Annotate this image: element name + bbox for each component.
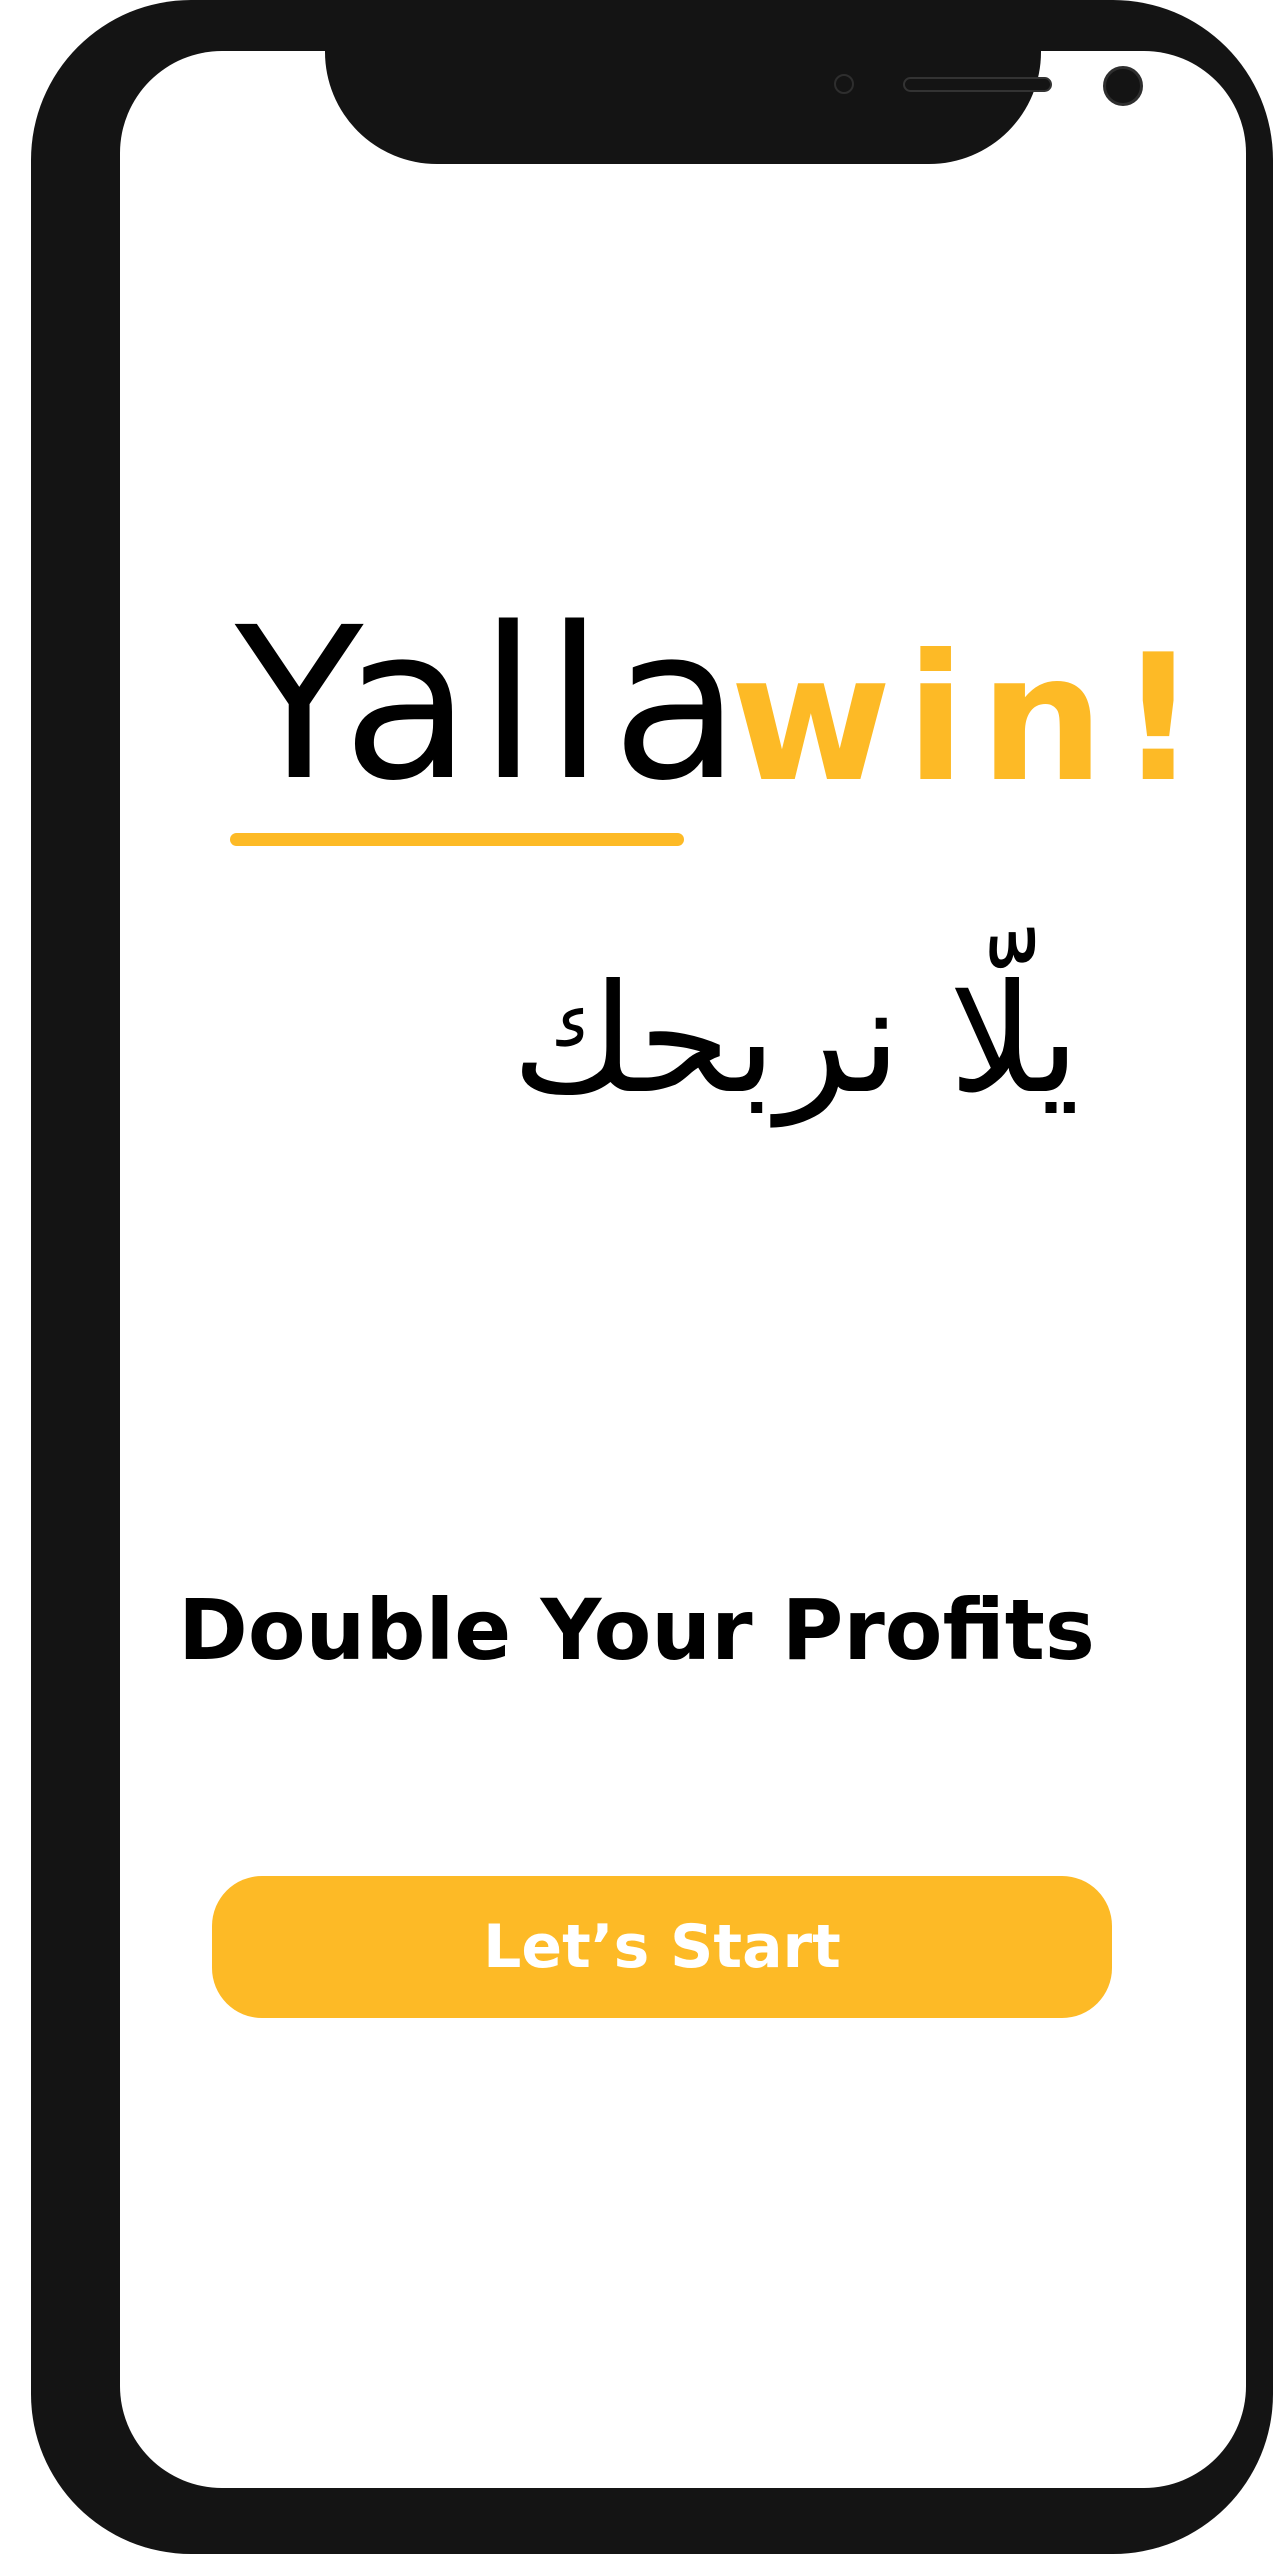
proximity-sensor-icon <box>834 74 854 94</box>
logo-word-win: win! <box>730 618 1213 821</box>
app-logo: Yalla win! <box>230 600 1198 860</box>
phone-notch <box>325 0 1143 164</box>
earpiece-speaker-icon <box>903 77 1052 92</box>
logo-underline <box>230 833 684 846</box>
app-screen <box>120 51 1246 2488</box>
front-camera-icon <box>1103 66 1143 106</box>
lets-start-button[interactable]: Let’s Start <box>212 1876 1112 2018</box>
arabic-tagline: يلّا نربحك <box>511 953 1080 1127</box>
page-headline: Double Your Profits <box>178 1581 1095 1679</box>
logo-word-yalla: Yalla <box>235 582 749 827</box>
phone-frame <box>31 0 1273 2554</box>
